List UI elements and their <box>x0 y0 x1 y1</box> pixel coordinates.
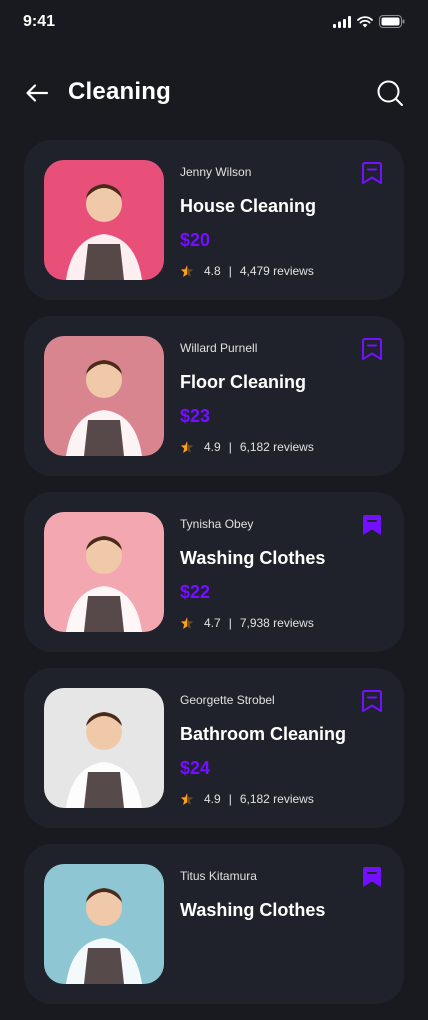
star-half-icon <box>180 617 194 629</box>
service-card[interactable]: Georgette Strobel Bathroom Cleaning $24 … <box>24 668 404 828</box>
service-thumbnail <box>44 864 164 984</box>
person-photo-placeholder <box>66 536 142 632</box>
rating-value: 4.8 <box>204 264 221 278</box>
rating-separator: | <box>228 792 232 806</box>
person-photo-placeholder <box>66 712 142 808</box>
rating-row: 4.8 | 4,479 reviews <box>180 264 314 278</box>
header: Cleaning <box>0 70 428 116</box>
person-photo-placeholder <box>66 888 142 984</box>
person-photo-placeholder <box>66 184 142 280</box>
back-arrow-icon[interactable] <box>24 80 50 106</box>
provider-name: Titus Kitamura <box>180 869 257 883</box>
service-card[interactable]: Tynisha Obey Washing Clothes $22 4.7 | 7… <box>24 492 404 652</box>
rating-row: 4.7 | 7,938 reviews <box>180 616 314 630</box>
service-title: Bathroom Cleaning <box>180 724 347 744</box>
star-half-icon <box>180 441 194 453</box>
service-thumbnail <box>44 688 164 808</box>
status-bar: 9:41 <box>0 0 428 44</box>
person-photo-placeholder <box>66 360 142 456</box>
service-price: $24 <box>180 758 211 778</box>
service-price: $22 <box>180 582 211 602</box>
service-title: Floor Cleaning <box>180 372 306 392</box>
service-card[interactable]: Jenny Wilson House Cleaning $20 4.8 | 4,… <box>24 140 404 300</box>
star-half-icon <box>180 793 194 805</box>
rating-separator: | <box>228 616 232 630</box>
rating-separator: | <box>228 264 232 278</box>
bookmark-icon[interactable] <box>362 162 382 184</box>
search-icon[interactable] <box>376 79 404 107</box>
service-thumbnail <box>44 336 164 456</box>
review-count: 6,182 reviews <box>239 440 314 454</box>
battery-icon <box>379 15 405 28</box>
rating-value: 4.9 <box>204 440 221 454</box>
bookmark-icon[interactable] <box>362 866 382 888</box>
rating-separator: | <box>228 440 232 454</box>
service-title: Washing Clothes <box>180 548 326 568</box>
page-title: Cleaning <box>68 78 171 105</box>
bookmark-icon[interactable] <box>362 514 382 536</box>
rating-row: 4.9 | 6,182 reviews <box>180 792 314 806</box>
cellular-signal-icon <box>333 15 351 28</box>
provider-name: Willard Purnell <box>180 341 258 355</box>
review-count: 6,182 reviews <box>239 792 314 806</box>
rating-value: 4.9 <box>204 792 221 806</box>
bookmark-icon[interactable] <box>362 338 382 360</box>
status-time: 9:41 <box>23 13 56 30</box>
service-list: Jenny Wilson House Cleaning $20 4.8 | 4,… <box>24 140 404 1020</box>
service-card[interactable]: Willard Purnell Floor Cleaning $23 4.9 |… <box>24 316 404 476</box>
wifi-icon <box>357 15 373 27</box>
bookmark-icon[interactable] <box>362 690 382 712</box>
provider-name: Jenny Wilson <box>180 165 252 179</box>
service-thumbnail <box>44 512 164 632</box>
rating-row: 4.9 | 6,182 reviews <box>180 440 314 454</box>
service-price: $20 <box>180 230 211 250</box>
review-count: 7,938 reviews <box>239 616 314 630</box>
service-price: $23 <box>180 406 211 426</box>
service-card[interactable]: Titus Kitamura Washing Clothes | <box>24 844 404 1004</box>
service-title: House Cleaning <box>180 196 317 216</box>
rating-value: 4.7 <box>204 616 221 630</box>
review-count: 4,479 reviews <box>239 264 314 278</box>
star-half-icon <box>180 265 194 277</box>
provider-name: Tynisha Obey <box>180 517 254 531</box>
provider-name: Georgette Strobel <box>180 693 275 707</box>
status-icons <box>333 15 405 28</box>
service-title: Washing Clothes <box>180 900 326 920</box>
service-thumbnail <box>44 160 164 280</box>
